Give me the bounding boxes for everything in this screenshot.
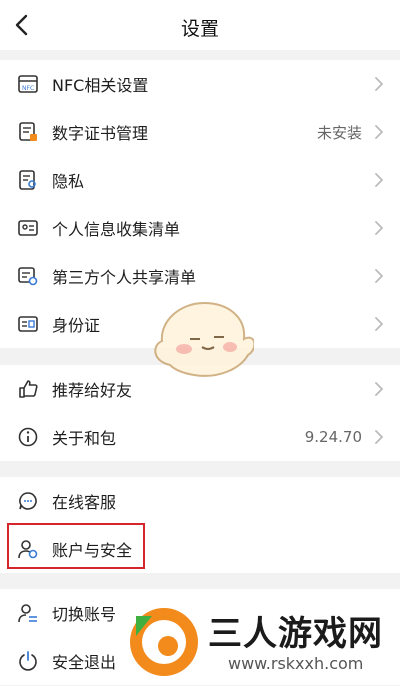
svg-text:NFC: NFC bbox=[22, 85, 34, 92]
chevron-right-icon bbox=[375, 317, 383, 331]
page-title: 设置 bbox=[180, 18, 219, 40]
customer-service-icon bbox=[19, 492, 37, 510]
row-label: 关于和包 bbox=[52, 429, 117, 448]
watermark-url: www.rskxxh.com bbox=[228, 654, 364, 673]
chevron-right-icon bbox=[375, 125, 383, 139]
thumbs-up-icon bbox=[19, 380, 38, 398]
privacy-row[interactable]: 隐私 bbox=[0, 156, 400, 204]
highlight-box bbox=[7, 523, 145, 569]
site-watermark: 三人游戏网 www.rskxxh.com bbox=[128, 602, 400, 686]
row-label: 数字证书管理 bbox=[52, 124, 149, 143]
row-label: 第三方个人共享清单 bbox=[52, 268, 197, 287]
certificate-management-row[interactable]: 数字证书管理 未安装 bbox=[0, 108, 400, 156]
chevron-right-icon bbox=[375, 221, 383, 235]
switch-account-icon bbox=[18, 604, 37, 623]
watermark-logo-icon bbox=[130, 608, 198, 676]
mascot-sticker-icon bbox=[154, 301, 254, 377]
personal-info-list-row[interactable]: 个人信息收集清单 bbox=[0, 204, 400, 252]
row-label: NFC相关设置 bbox=[52, 76, 149, 95]
chevron-right-icon bbox=[375, 382, 383, 396]
info-icon bbox=[18, 427, 38, 447]
logout-icon bbox=[19, 651, 37, 671]
chevron-right-icon bbox=[375, 173, 383, 187]
watermark-name: 三人游戏网 bbox=[208, 614, 383, 654]
third-party-share-list-row[interactable]: 第三方个人共享清单 bbox=[0, 252, 400, 300]
row-value: 未安装 bbox=[316, 123, 362, 142]
app-header: 设置 bbox=[0, 0, 400, 50]
privacy-icon bbox=[19, 170, 36, 190]
chevron-right-icon bbox=[375, 269, 383, 283]
row-label: 隐私 bbox=[52, 172, 85, 191]
about-row[interactable]: 关于和包 9.24.70 bbox=[0, 413, 400, 461]
identity-icon bbox=[18, 316, 38, 332]
online-service-row[interactable]: 在线客服 bbox=[0, 477, 400, 525]
chevron-right-icon bbox=[375, 77, 383, 91]
share-list-icon bbox=[18, 267, 38, 286]
row-label: 在线客服 bbox=[52, 493, 117, 512]
certificate-icon bbox=[19, 122, 37, 141]
chevron-right-icon bbox=[375, 430, 383, 444]
nfc-settings-row[interactable]: NFC NFC相关设置 bbox=[0, 60, 400, 108]
row-label: 个人信息收集清单 bbox=[52, 220, 181, 239]
version-value: 9.24.70 bbox=[304, 428, 362, 446]
nfc-icon: NFC bbox=[18, 75, 38, 93]
id-card-icon bbox=[18, 220, 38, 236]
